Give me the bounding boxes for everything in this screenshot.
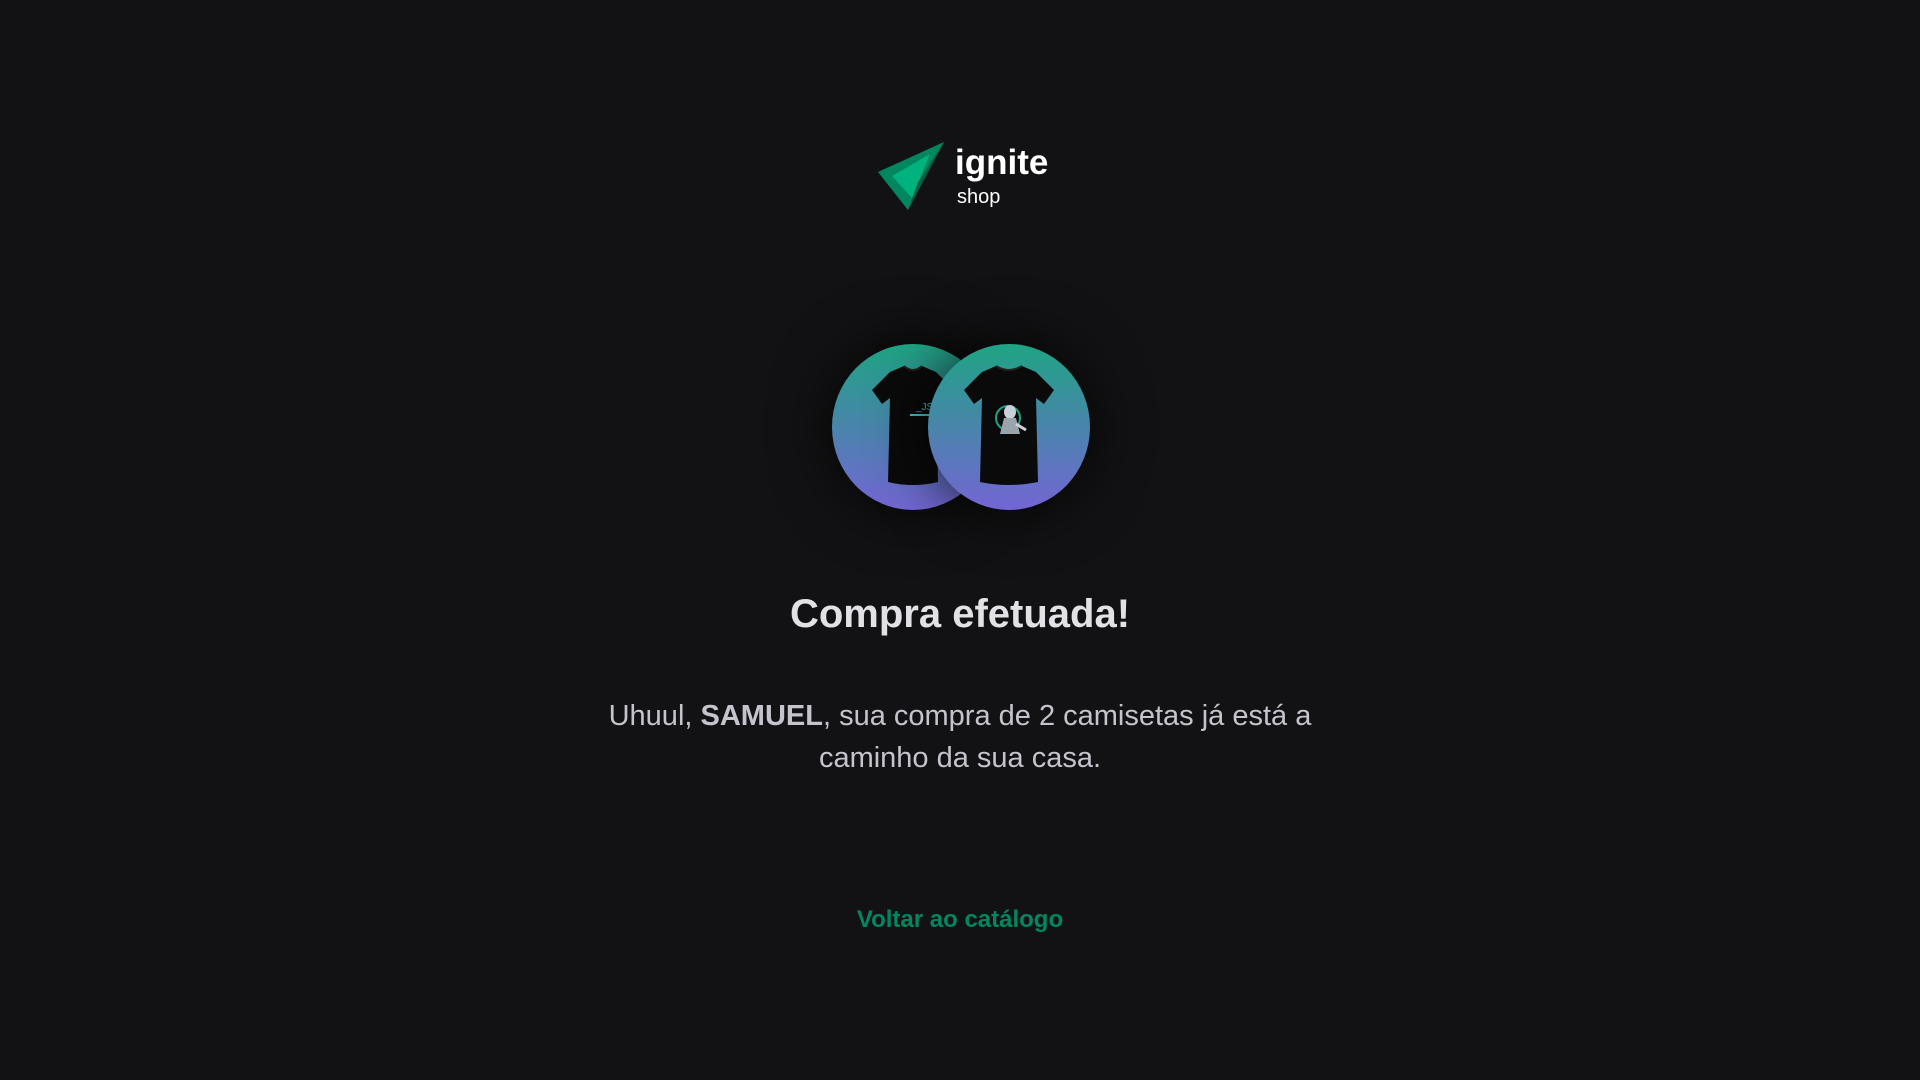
- message-suffix: , sua compra de 2 camisetas já está a ca…: [818, 700, 1312, 774]
- customer-name: SAMUEL: [700, 700, 823, 732]
- product-image-2: [928, 344, 1090, 510]
- ignite-logo-icon: [878, 142, 944, 210]
- purchased-products: _JSX: [832, 344, 1090, 510]
- success-title: Compra efetuada!: [789, 591, 1131, 636]
- back-link-container: Voltar ao catálogo: [0, 906, 1920, 934]
- brand-logo[interactable]: ignite shop: [878, 142, 1048, 212]
- success-message: Uhuul, SAMUEL, sua compra de 2 camisetas…: [600, 695, 1320, 779]
- brand-subtitle: shop: [957, 186, 1001, 208]
- tshirt-image: [964, 365, 1054, 485]
- back-to-catalog-link[interactable]: Voltar ao catálogo: [857, 906, 1063, 933]
- success-page: ignite shop _JSX Compra efetuada! Uhuul,…: [0, 0, 1920, 1080]
- brand-title: ignite: [955, 143, 1049, 182]
- message-prefix: Uhuul,: [608, 700, 701, 732]
